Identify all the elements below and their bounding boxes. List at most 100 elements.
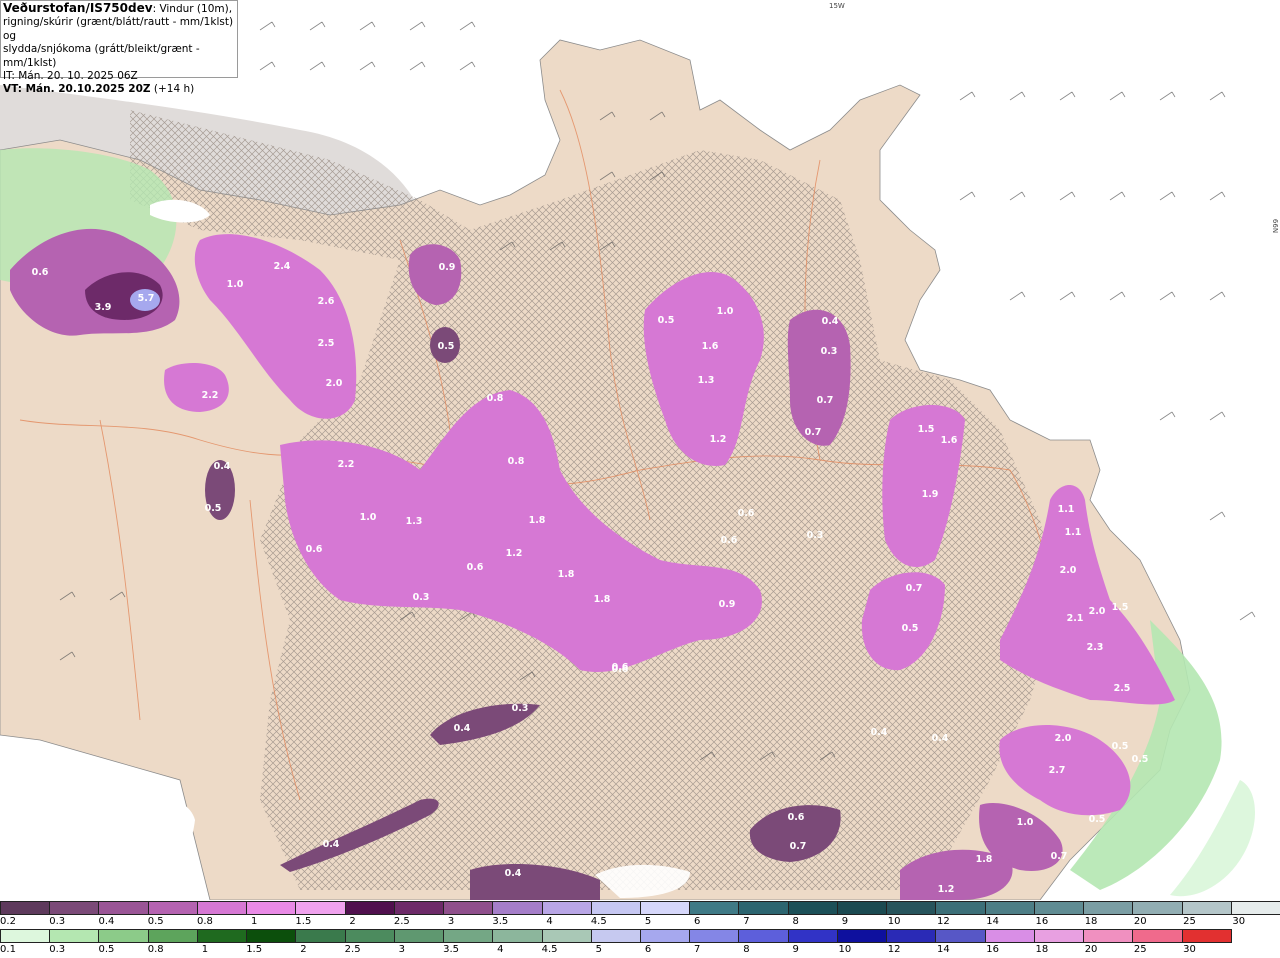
scale-swatch [590,929,641,943]
precip-value-label: 0.6 [721,535,738,546]
precip-value-label: 0.5 [658,315,675,326]
scale-swatch [443,929,494,943]
precip-value-label: 0.6 [467,562,484,573]
precip-value-label: 0.6 [788,812,805,823]
scale-tick-label: 5 [644,916,652,927]
scale-tick-label: 12 [937,916,950,927]
scale-tick-label: 2.5 [393,916,410,927]
precip-value-label: 0.7 [805,427,822,438]
scale-swatch [98,901,149,915]
scale-swatch [393,901,445,915]
precip-value-label: 0.9 [719,599,736,610]
precip-value-label: 1.3 [406,516,423,527]
precip-value-label: 2.6 [318,296,335,307]
precip-value-label: 2.0 [1055,733,1072,744]
description-line-2: rigning/skúrir (grænt/blátt/rautt - mm/1… [3,16,234,42]
snow-area-northeast-arm [787,309,851,446]
scale-tick-label: 9 [841,916,849,927]
scale-tick-label: 3.5 [492,916,509,927]
scale-tick-label: 25 [1183,916,1196,927]
precip-value-label: 0.4 [323,839,340,850]
scale-swatch [492,929,543,943]
rain-color-scale: 0.1 0.3 0.5 0.8 1 1.5 2 2.5 3 3.5 4 4.5 5 6 7 8 9 10 12 14 1… [0,929,1280,958]
scale-tick-label: 20 [1084,944,1098,955]
longitude-label: 15W [829,2,845,10]
precip-value-label: 1.6 [702,341,719,352]
precip-value-label: 0.5 [902,623,919,634]
scale-tick-label: 0.5 [98,944,115,955]
scale-swatch [836,901,888,915]
precip-value-label: 1.1 [1065,527,1082,538]
scale-tick-label: 1.5 [295,916,312,927]
scale-tick-label: 14 [986,916,999,927]
precip-value-label: 0.6 [612,664,629,675]
scale-tick-label: 8 [743,944,750,955]
scale-tick-label: 0.8 [196,916,213,927]
scale-tick-label: 2.5 [344,944,361,955]
scale-swatch [147,901,198,915]
precip-value-label: 1.8 [976,854,993,865]
precip-value-label: 2.0 [1089,606,1106,617]
precip-value-label: 0.6 [738,508,755,519]
precip-value-label: 0.4 [505,868,522,879]
scale-swatch [738,929,789,943]
scale-tick-label: 0.1 [0,944,16,955]
description-line-1: : Vindur (10m), [152,3,233,15]
scale-swatch [1083,929,1134,943]
scale-swatch [1181,901,1232,915]
latitude-label: 66N [1271,218,1280,234]
scale-swatch [393,929,445,943]
valid-offset: (+14 h) [153,83,195,96]
scale-tick-label: 7 [694,944,701,955]
precip-value-label: 1.2 [506,548,523,559]
scale-tick-label: 0.2 [0,916,16,927]
scale-swatch [1033,901,1085,915]
precip-value-label: 5.7 [138,293,155,304]
scale-tick-label: 1 [250,916,258,927]
scale-swatch [147,929,198,943]
scale-swatch [787,929,838,943]
scale-tick-label: 18 [1035,944,1049,955]
scale-tick-label: 16 [1035,916,1049,927]
scale-swatch [246,929,297,943]
scale-swatch [590,901,641,915]
scale-tick-label: 0.8 [147,944,164,955]
scale-tick-label: 18 [1084,916,1098,927]
precip-value-label: 2.5 [318,338,335,349]
scale-swatch [492,901,543,915]
scale-tick-label: 4.5 [590,916,607,927]
precip-value-label: 0.6 [306,544,323,555]
precip-value-label: 1.0 [360,512,377,523]
scale-tick-label: 30 [1183,944,1196,955]
precip-value-label: 0.6 [32,267,49,278]
scale-tick-label: 16 [986,944,999,955]
scale-swatch [984,929,1035,943]
scale-swatch [935,929,986,943]
precip-value-label: 1.0 [1017,817,1034,828]
scale-swatch [541,929,592,943]
scale-swatch [935,901,986,915]
scale-tick-label: 0.5 [147,916,164,927]
scale-swatch [98,929,149,943]
scale-swatch [886,929,937,943]
precip-value-label: 2.7 [1049,765,1066,776]
precip-value-label: 0.4 [822,316,839,327]
scale-swatch [1230,901,1280,915]
scale-tick-label: 7 [743,916,750,927]
description-line-3: slydda/snjókoma (grátt/bleikt/grænt - mm… [3,43,200,69]
precip-value-label: 0.5 [1112,741,1129,752]
precip-value-label: 0.8 [508,456,525,467]
scale-tick-label: 14 [937,944,950,955]
scale-swatch [787,901,838,915]
scale-tick-label: 30 [1232,916,1246,927]
scale-swatch [640,929,691,943]
precip-value-label: 0.7 [1051,851,1068,862]
scale-swatch [196,901,248,915]
scale-swatch [689,929,740,943]
scale-tick-label: 25 [1133,944,1147,955]
precip-value-label: 2.5 [1114,683,1131,694]
forecast-map: 0.6 3.9 5.7 1.0 2.4 2.6 2.5 2.0 2.2 0.9 0.5 0.4 0.5 2… [0,0,1280,900]
precip-value-label: 2.0 [326,378,343,389]
precip-value-label: 1.8 [529,515,546,526]
scale-tick-label: 3.5 [443,944,460,955]
